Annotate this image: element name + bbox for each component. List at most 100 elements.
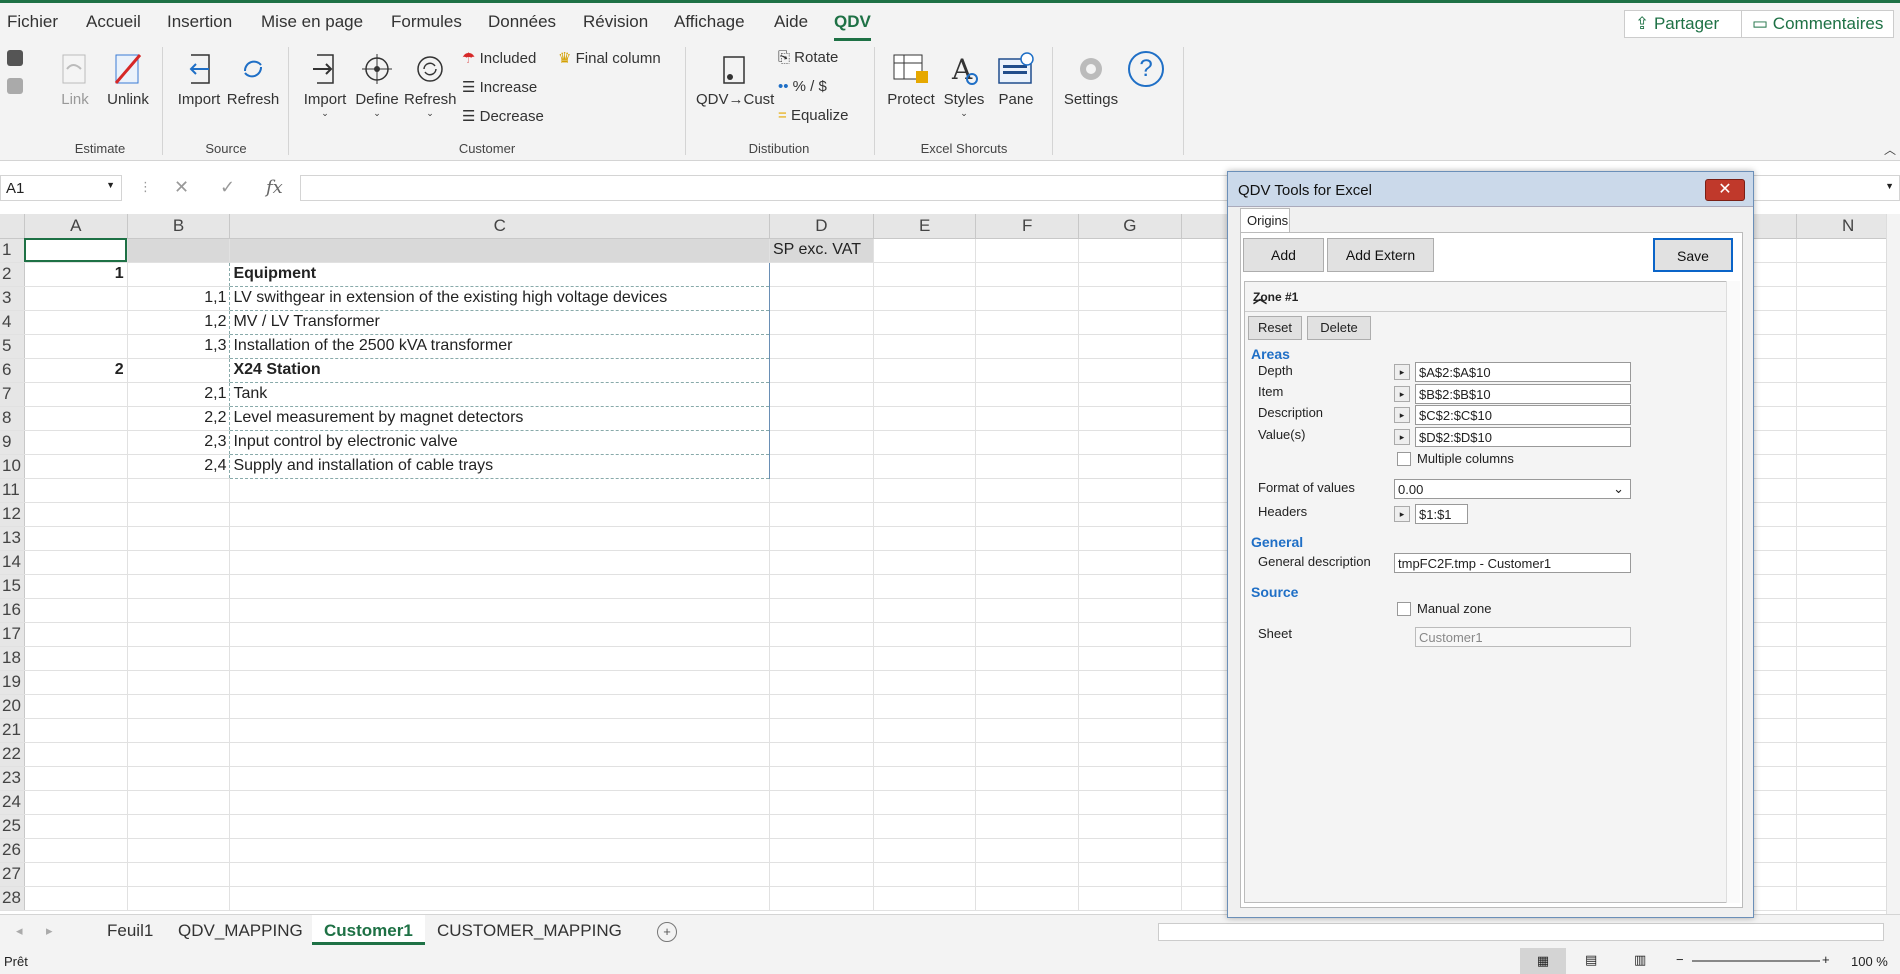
cell[interactable] [975, 574, 1080, 599]
cell[interactable] [975, 406, 1080, 431]
menu-insertion[interactable]: Insertion [167, 12, 232, 32]
help-icon[interactable]: ? [1128, 51, 1164, 87]
cell[interactable] [1796, 454, 1900, 479]
cell[interactable] [127, 502, 231, 527]
unlink-button[interactable]: Unlink [104, 51, 152, 108]
cell[interactable] [873, 622, 977, 647]
cell[interactable] [873, 742, 977, 767]
cell[interactable] [1078, 478, 1182, 503]
horizontal-scrollbar[interactable] [1158, 923, 1884, 941]
cell[interactable] [1078, 358, 1182, 383]
cell[interactable] [1796, 262, 1900, 287]
item-picker-icon[interactable]: ▸ [1394, 386, 1410, 402]
cell[interactable] [975, 454, 1080, 479]
headers-picker-icon[interactable]: ▸ [1394, 506, 1410, 522]
row-header[interactable]: 12 [0, 502, 25, 527]
sheet-tab-feuil1[interactable]: Feuil1 [95, 915, 165, 945]
cell[interactable] [229, 550, 770, 575]
cell[interactable] [1078, 406, 1182, 431]
cell[interactable] [975, 814, 1080, 839]
cell[interactable] [873, 694, 977, 719]
cell[interactable] [1796, 670, 1900, 695]
manual-zone-checkbox[interactable] [1397, 602, 1411, 616]
cell[interactable] [975, 766, 1080, 791]
sheet-tab-customer-mapping[interactable]: CUSTOMER_MAPPING [425, 915, 634, 945]
zoom-slider[interactable] [1692, 960, 1820, 962]
link-button[interactable]: Link [56, 51, 94, 108]
cell[interactable] [1078, 622, 1182, 647]
row-header[interactable]: 16 [0, 598, 25, 623]
column-header[interactable]: F [975, 214, 1080, 239]
cell[interactable] [1078, 598, 1182, 623]
cell[interactable] [1078, 766, 1182, 791]
row-header[interactable]: 1 [0, 238, 25, 263]
row-header[interactable]: 27 [0, 862, 25, 887]
settings-button[interactable]: Settings [1062, 51, 1120, 108]
cell[interactable] [24, 646, 128, 671]
cell[interactable] [975, 238, 1080, 263]
cell[interactable] [769, 430, 874, 455]
cell[interactable] [769, 670, 874, 695]
cell[interactable] [229, 694, 770, 719]
cell[interactable] [873, 358, 977, 383]
cell[interactable] [975, 622, 1080, 647]
cell[interactable] [975, 550, 1080, 575]
row-header[interactable]: 8 [0, 406, 25, 431]
values-picker-icon[interactable]: ▸ [1394, 429, 1410, 445]
cell[interactable] [1796, 886, 1900, 911]
column-header[interactable]: E [873, 214, 977, 239]
cell[interactable] [229, 670, 770, 695]
cell[interactable] [873, 814, 977, 839]
row-header[interactable]: 19 [0, 670, 25, 695]
add-extern-button[interactable]: Add Extern [1327, 238, 1434, 272]
cell[interactable] [1078, 502, 1182, 527]
cell[interactable] [975, 382, 1080, 407]
cell[interactable] [769, 550, 874, 575]
cell[interactable] [975, 862, 1080, 887]
cell[interactable] [769, 598, 874, 623]
cell[interactable] [1796, 310, 1900, 335]
cell[interactable] [769, 382, 874, 407]
cell[interactable] [1796, 286, 1900, 311]
cell[interactable] [229, 478, 770, 503]
cell[interactable] [873, 550, 977, 575]
cell[interactable] [769, 406, 874, 431]
column-header[interactable]: G [1078, 214, 1182, 239]
next-sheet-icon[interactable]: ▸ [46, 923, 53, 939]
cell[interactable] [769, 286, 874, 311]
cell[interactable] [975, 742, 1080, 767]
cell[interactable] [24, 670, 128, 695]
cell[interactable] [127, 886, 231, 911]
cell[interactable] [873, 670, 977, 695]
cell[interactable] [769, 526, 874, 551]
row-header[interactable]: 17 [0, 622, 25, 647]
dialog-scrollbar[interactable] [1726, 281, 1740, 903]
expand-formula-icon[interactable]: ▼ [1885, 181, 1894, 191]
cell[interactable] [769, 694, 874, 719]
cancel-icon[interactable]: ✕ [174, 177, 189, 198]
row-header[interactable]: 20 [0, 694, 25, 719]
cell[interactable] [769, 262, 874, 287]
cell[interactable] [1796, 478, 1900, 503]
reset-button[interactable]: Reset [1248, 316, 1302, 340]
cell[interactable] [769, 862, 874, 887]
source-refresh-button[interactable]: Refresh [226, 51, 280, 108]
add-sheet-icon[interactable]: + [657, 922, 677, 942]
cell[interactable] [127, 550, 231, 575]
final-column-button[interactable]: ♛ Final column [558, 49, 661, 67]
column-header[interactable]: B [127, 214, 231, 239]
menu-fichier[interactable]: Fichier [7, 12, 58, 32]
row-header[interactable]: 3 [0, 286, 25, 311]
cell[interactable] [127, 598, 231, 623]
item-field[interactable]: $B$2:$B$10 [1415, 384, 1631, 404]
cell[interactable] [127, 814, 231, 839]
cell[interactable] [229, 838, 770, 863]
rotate-button[interactable]: ⎘ Rotate [778, 49, 838, 66]
qdv-side-icon-2[interactable] [7, 78, 23, 94]
cell[interactable] [873, 646, 977, 671]
cell[interactable] [769, 310, 874, 335]
cell[interactable] [873, 862, 977, 887]
multiple-columns-checkbox[interactable] [1397, 452, 1411, 466]
cell[interactable] [1078, 238, 1182, 263]
comments-button[interactable]: ▭ Commentaires [1741, 10, 1894, 38]
